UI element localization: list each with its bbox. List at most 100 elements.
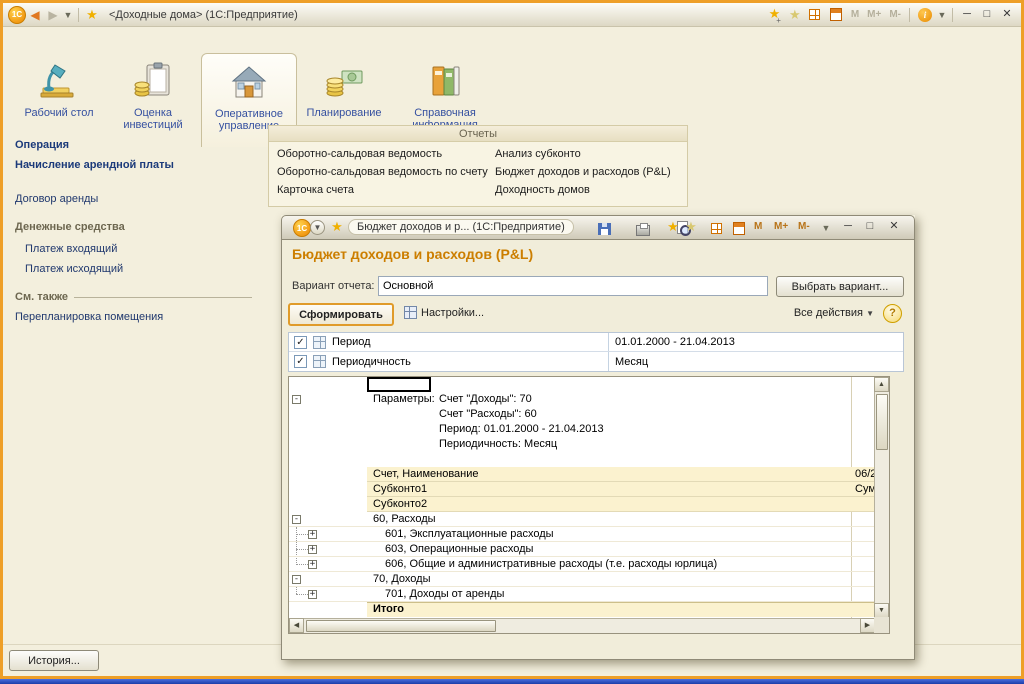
collapse-icon[interactable]: - <box>292 515 301 524</box>
period-checkbox[interactable]: ✓ <box>294 336 307 349</box>
more-commands-dropdown-icon[interactable]: ▼ <box>820 223 832 233</box>
sidebar-header-operation[interactable]: Операция <box>15 139 69 151</box>
maximize-button[interactable]: □ <box>860 219 880 235</box>
memory-mplus-button[interactable]: M+ <box>770 221 792 232</box>
column-header: Субконто1 <box>373 482 427 497</box>
sections-bar: Рабочий стол Оценка инвестиций <box>3 27 1021 123</box>
total-row-bg <box>367 602 875 617</box>
print-icon[interactable] <box>636 225 650 236</box>
collapse-icon[interactable]: - <box>292 395 301 404</box>
expand-icon[interactable]: + <box>308 560 317 569</box>
add-favorite-icon[interactable]: ★+ <box>768 6 786 24</box>
periodicity-checkbox[interactable]: ✓ <box>294 355 307 368</box>
close-button[interactable]: ✕ <box>997 7 1017 23</box>
settings-button[interactable]: Настройки... <box>404 306 484 319</box>
filter-name: Периодичность <box>332 356 411 368</box>
generate-button[interactable]: Сформировать <box>288 303 394 326</box>
column-divider <box>608 333 609 351</box>
memory-mminus-button[interactable]: M- <box>885 9 905 20</box>
back-button[interactable]: ◀ <box>26 8 44 22</box>
scroll-left-icon[interactable]: ◀ <box>289 618 304 633</box>
filter-row-period[interactable]: ✓ Период 01.01.2000 - 21.04.2013 <box>289 333 903 352</box>
scroll-right-icon[interactable]: ▶ <box>860 618 875 633</box>
vertical-scroll-thumb[interactable] <box>876 394 888 450</box>
all-actions-button[interactable]: Все действия ▼ <box>794 307 874 319</box>
info-icon[interactable]: i <box>918 8 932 22</box>
memory-m-button[interactable]: M <box>750 221 766 232</box>
memory-m-button[interactable]: M <box>847 9 863 20</box>
expand-icon[interactable]: + <box>308 545 317 554</box>
calculator-icon[interactable] <box>711 223 722 234</box>
minimize-button[interactable]: ─ <box>838 219 858 235</box>
filter-settings-table: ✓ Период 01.01.2000 - 21.04.2013 ✓ Перио… <box>288 332 904 372</box>
horizontal-scroll-thumb[interactable] <box>306 620 496 632</box>
calculator-icon[interactable] <box>809 9 820 20</box>
report-heading: Бюджет доходов и расходов (P&L) <box>292 246 533 262</box>
window-menu-dropdown-icon[interactable]: ▼ <box>310 220 325 235</box>
vertical-scrollbar[interactable]: ▲ ▼ <box>874 377 889 618</box>
sidebar-item-rent-accrual[interactable]: Начисление арендной платы <box>15 159 174 171</box>
calendar-icon[interactable] <box>830 8 842 21</box>
close-button[interactable]: ✕ <box>884 219 904 235</box>
house-icon <box>225 58 273 106</box>
memory-mplus-button[interactable]: M+ <box>863 9 885 20</box>
column-header: Субконто2 <box>373 497 427 512</box>
navigation-sidebar: Операция Начисление арендной платы Догов… <box>3 123 267 644</box>
report-link-house-profitability[interactable]: Доходность домов <box>495 181 687 199</box>
selected-cell[interactable] <box>367 377 431 392</box>
account-row[interactable]: 70, Доходы <box>373 572 431 587</box>
horizontal-scrollbar[interactable]: ◀ ▶ <box>289 618 875 633</box>
column-header-value: Сум <box>855 482 875 497</box>
report-link-account-card[interactable]: Карточка счета <box>277 181 495 199</box>
filter-row-periodicity[interactable]: ✓ Периодичность Месяц <box>289 352 903 371</box>
params-label: Параметры: <box>373 392 435 407</box>
filter-value[interactable]: 01.01.2000 - 21.04.2013 <box>615 336 735 348</box>
account-row[interactable]: 60, Расходы <box>373 512 436 527</box>
account-row[interactable]: 606, Общие и административные расходы (т… <box>385 557 717 572</box>
edit-favorites-icon[interactable]: ★ <box>682 219 700 235</box>
account-row[interactable]: 701, Доходы от аренды <box>385 587 504 602</box>
report-window-body: Бюджет доходов и расходов (P&L) Вариант … <box>281 240 915 660</box>
navigation-history-dropdown-icon[interactable]: ▼ <box>62 10 74 20</box>
sidebar-item-incoming-payment[interactable]: Платеж входящий <box>25 243 117 255</box>
forward-button[interactable]: ▶ <box>44 8 62 22</box>
help-button[interactable]: ? <box>883 304 902 323</box>
memory-mminus-button[interactable]: M- <box>794 221 814 232</box>
total-row[interactable]: Итого <box>373 602 404 617</box>
edit-favorites-icon[interactable]: ★ <box>786 7 804 23</box>
filter-value[interactable]: Месяц <box>615 356 648 368</box>
variant-input[interactable] <box>378 276 768 296</box>
report-window-titlebar: 1С ▼ ★ Бюджет доходов и р... (1С:Предпри… <box>281 215 915 240</box>
calendar-icon[interactable] <box>733 222 745 235</box>
expand-icon[interactable]: + <box>308 530 317 539</box>
add-favorite-icon[interactable]: ★ <box>664 219 682 235</box>
dropdown-arrow-icon: ▼ <box>866 309 874 318</box>
choose-variant-button[interactable]: Выбрать вариант... <box>776 276 904 297</box>
scroll-down-icon[interactable]: ▼ <box>874 603 889 618</box>
favorites-star-icon[interactable]: ★ <box>83 7 101 23</box>
investment-evaluation-icon <box>129 57 177 105</box>
sidebar-item-lease-contract[interactable]: Договор аренды <box>15 193 98 205</box>
account-row[interactable]: 603, Операционные расходы <box>385 542 533 557</box>
history-button[interactable]: История... <box>9 650 99 671</box>
save-icon[interactable] <box>598 223 611 235</box>
1c-logo-icon: 1С <box>293 219 311 237</box>
report-link-turnover-by-account[interactable]: Оборотно-сальдовая ведомость по счету <box>277 163 495 181</box>
taskbar-edge <box>0 679 1024 684</box>
minimize-button[interactable]: ─ <box>957 7 977 23</box>
account-row[interactable]: 601, Эксплуатационные расходы <box>385 527 554 542</box>
expand-icon[interactable]: + <box>308 590 317 599</box>
favorites-star-icon[interactable]: ★ <box>328 219 346 235</box>
report-link-turnover-balance[interactable]: Оборотно-сальдовая ведомость <box>277 145 495 163</box>
collapse-icon[interactable]: - <box>292 575 301 584</box>
maximize-button[interactable]: □ <box>977 7 997 23</box>
service-dropdown-icon[interactable]: ▼ <box>936 10 948 20</box>
report-link-subconto-analysis[interactable]: Анализ субконто <box>495 145 687 163</box>
reference-books-icon <box>421 57 469 105</box>
report-link-pnl-budget[interactable]: Бюджет доходов и расходов (P&L) <box>495 163 687 181</box>
sidebar-item-room-replanning[interactable]: Перепланировка помещения <box>15 311 163 323</box>
sidebar-item-outgoing-payment[interactable]: Платеж исходящий <box>25 263 123 275</box>
scroll-up-icon[interactable]: ▲ <box>874 377 889 392</box>
spreadsheet-content[interactable]: - Параметры: Счет "Доходы": 70 Счет "Рас… <box>289 377 875 618</box>
see-also-label: См. также <box>15 291 68 303</box>
